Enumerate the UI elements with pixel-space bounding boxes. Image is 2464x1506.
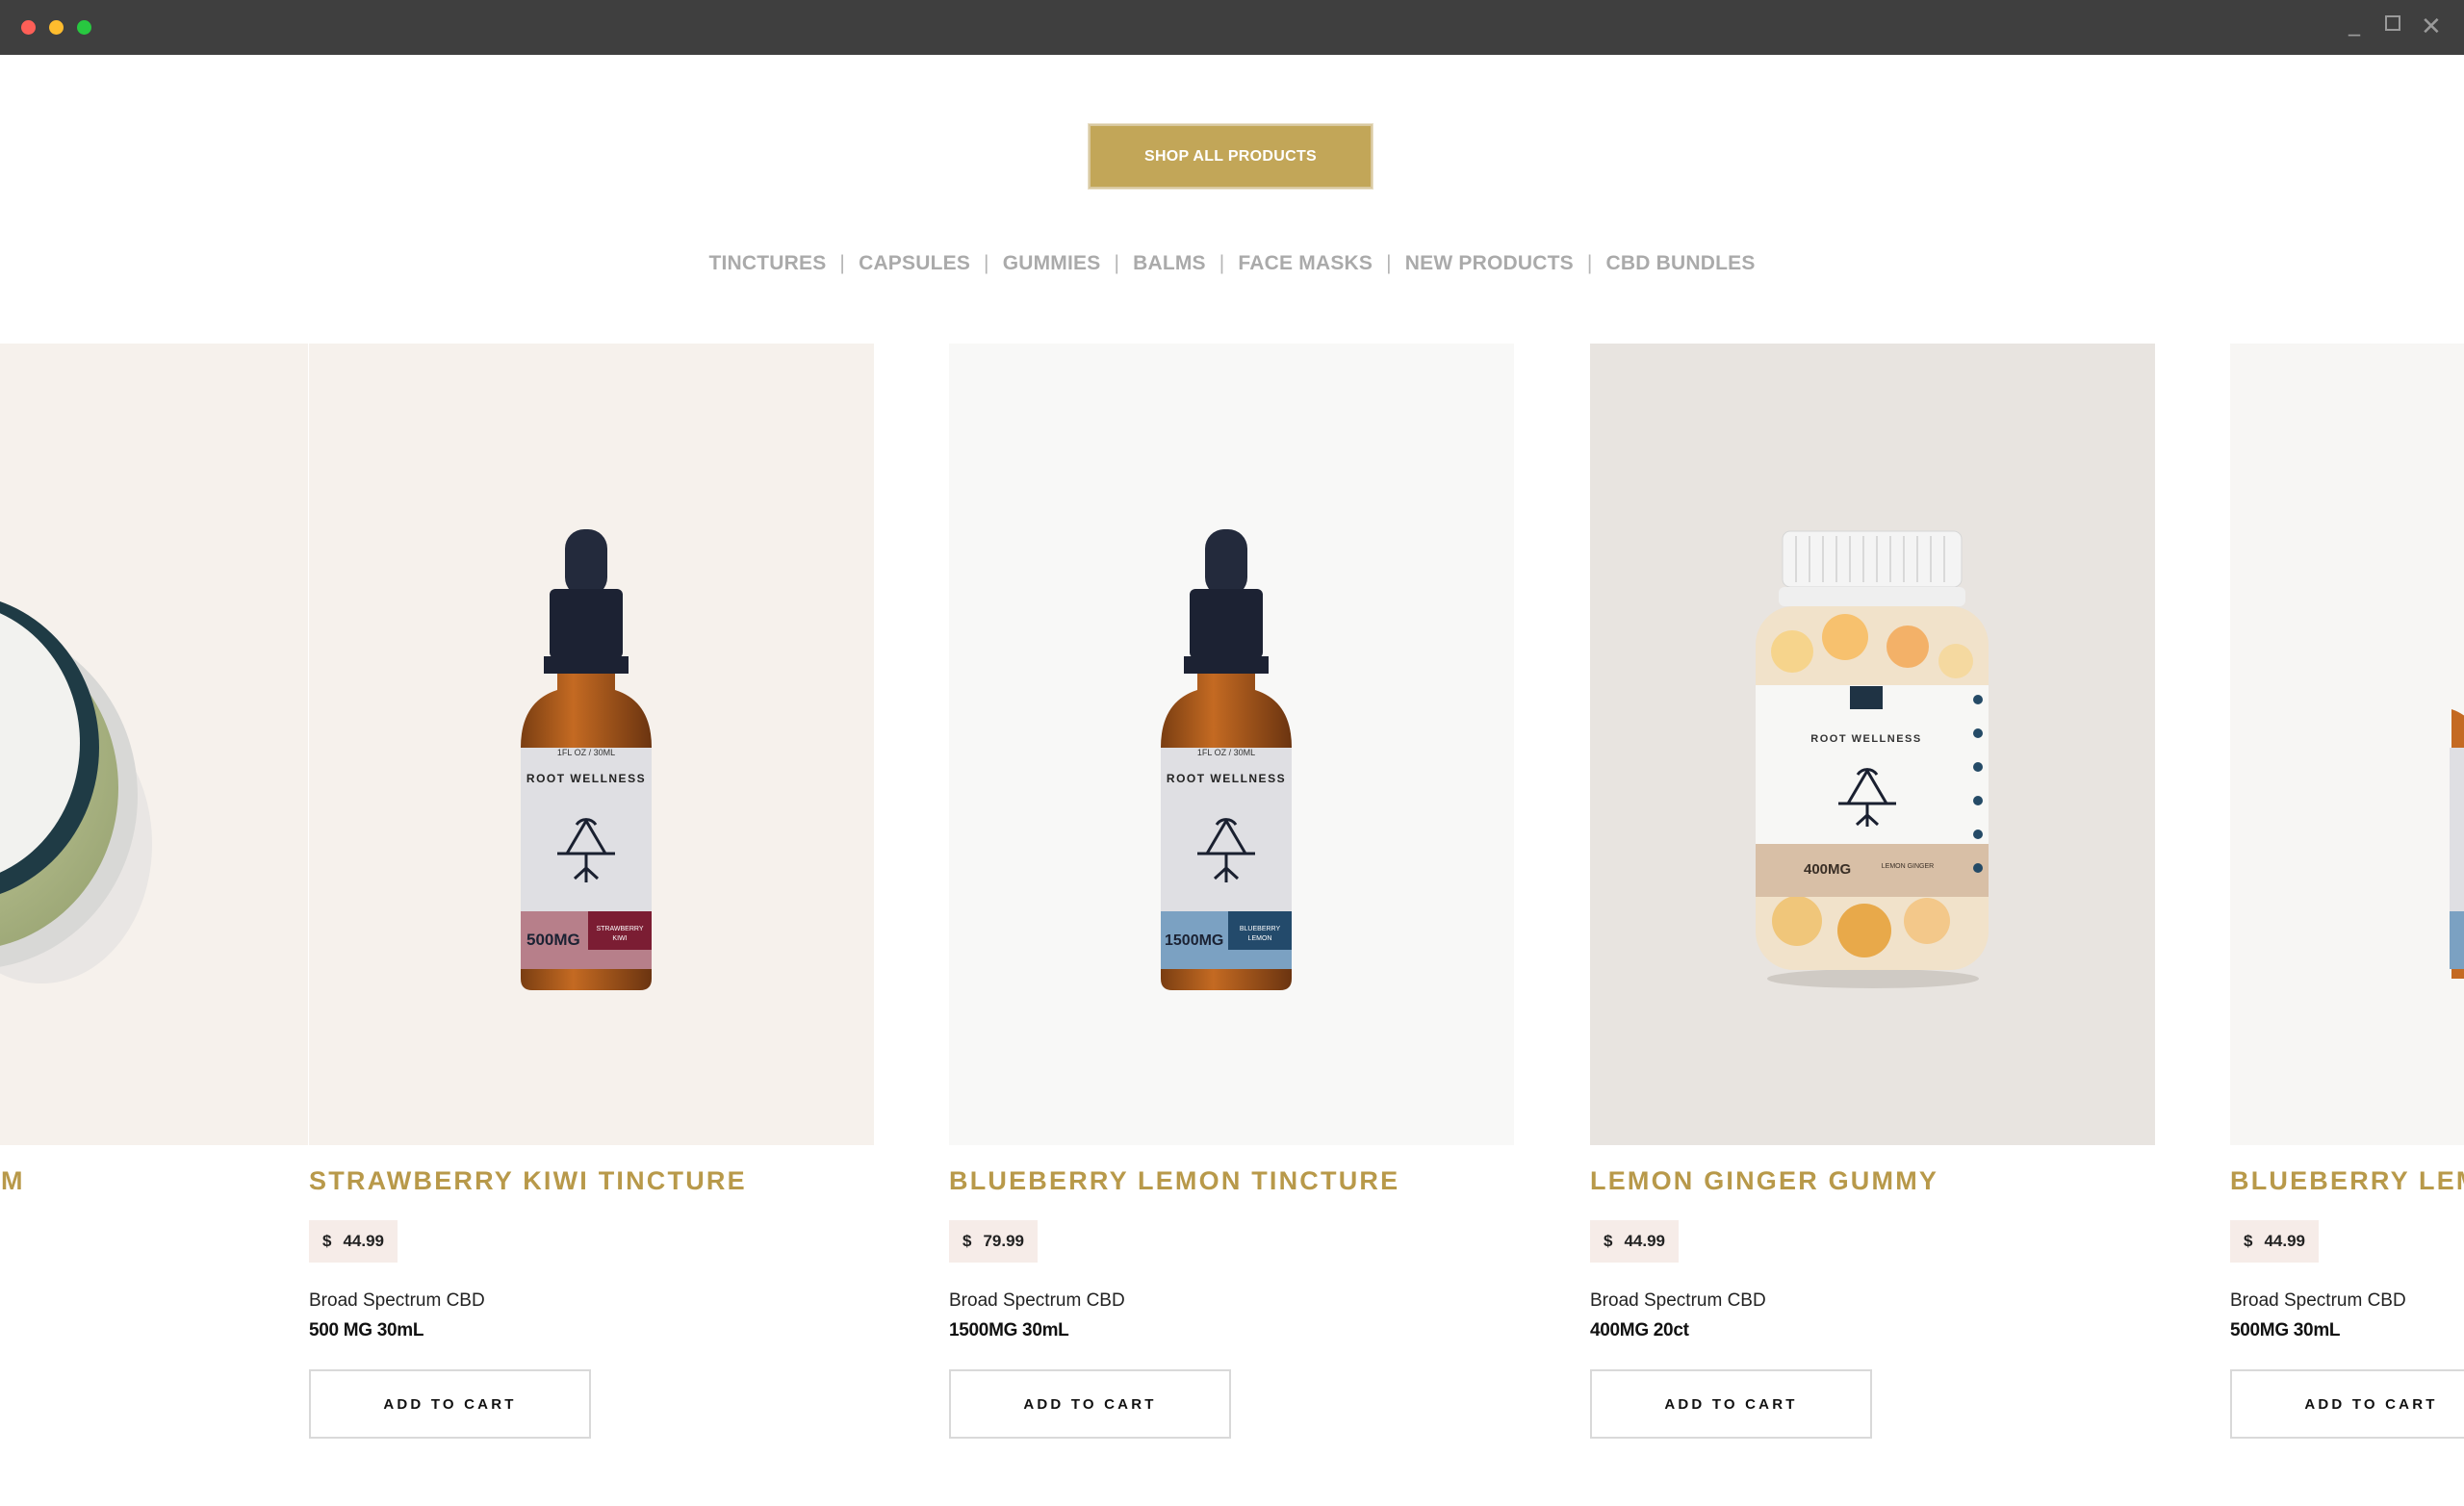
svg-text:KIWI: KIWI <box>612 935 627 942</box>
category-link-gummies[interactable]: GUMMIES <box>1003 252 1101 274</box>
currency-symbol: $ <box>962 1232 972 1250</box>
svg-text:ROOT WELLNESS: ROOT WELLNESS <box>1167 772 1286 785</box>
category-nav: TINCTURES | CAPSULES | GUMMIES | BALMS | FACE MA… <box>0 252 2464 275</box>
product-size: 500MG 30mL <box>2230 1320 2341 1340</box>
add-to-cart-button[interactable]: ADD TO CART <box>309 1369 591 1439</box>
category-link-capsules[interactable]: CAPSULES <box>859 252 970 274</box>
minimize-icon[interactable]: _ <box>2348 10 2360 37</box>
product-name[interactable]: LEMON GINGER GUMMY <box>1590 1166 1938 1196</box>
svg-text:ROOT WELLNESS: ROOT WELLNESS <box>1810 733 1921 745</box>
product-image-link[interactable] <box>0 344 308 1145</box>
product-size: 500 MG 30mL <box>309 1320 424 1340</box>
product-name[interactable]: BLUEBERRY LEM <box>2230 1166 2464 1196</box>
svg-text:1500MG: 1500MG <box>1165 932 1223 949</box>
nav-separator: | <box>1386 252 1392 274</box>
close-icon[interactable]: ✕ <box>2421 13 2442 40</box>
currency-symbol: $ <box>2244 1232 2253 1250</box>
price-value: 44.99 <box>1624 1232 1666 1250</box>
product-image-link[interactable]: ROOT WELLNESS 400MG LEMON GINGER <box>1590 344 2155 1145</box>
tincture-bottle-image: 1FL OZ / 30ML ROOT WELLNESS 500MG STRAWB… <box>521 529 652 990</box>
svg-text:1FL OZ / 30ML: 1FL OZ / 30ML <box>1197 748 1255 757</box>
svg-text:STRAWBERRY: STRAWBERRY <box>596 926 643 932</box>
price-value: 44.99 <box>2264 1232 2306 1250</box>
product-card: BLUEBERRY LEM $44.99 Broad Spectrum CBD … <box>2230 344 2464 1439</box>
minimize-window-button[interactable] <box>49 20 64 35</box>
add-to-cart-button[interactable]: ADD TO CART <box>2230 1369 2464 1439</box>
product-subtitle: Broad Spectrum CBD <box>309 1290 485 1311</box>
category-link-cbd-bundles[interactable]: CBD BUNDLES <box>1606 252 1756 274</box>
product-subtitle: Broad Spectrum CBD <box>949 1290 1125 1311</box>
price-tag: $44.99 <box>2230 1220 2320 1263</box>
svg-text:1FL OZ / 30ML: 1FL OZ / 30ML <box>557 748 615 757</box>
gummy-jar-image: ROOT WELLNESS 400MG LEMON GINGER <box>1756 530 1989 988</box>
page-viewport: SHOP ALL PRODUCTS TINCTURES | CAPSULES | GUM… <box>0 55 2464 1506</box>
product-card: 1FL OZ / 30ML ROOT WELLNESS 500MG STRAWB… <box>309 344 874 1439</box>
product-image-link[interactable] <box>2230 344 2464 1145</box>
add-to-cart-button[interactable]: ADD TO CART <box>1590 1369 1872 1439</box>
currency-symbol: $ <box>1604 1232 1613 1250</box>
balm-tin-image <box>0 601 152 983</box>
product-name[interactable]: STRAWBERRY KIWI TINCTURE <box>309 1166 747 1196</box>
product-name[interactable]: BLUEBERRY LEMON TINCTURE <box>949 1166 1399 1196</box>
product-size: 400MG 20ct <box>1590 1320 1689 1340</box>
svg-text:BLUEBERRY: BLUEBERRY <box>1240 926 1281 932</box>
maximize-icon[interactable] <box>2385 15 2400 31</box>
nav-separator: | <box>1114 252 1120 274</box>
window-titlebar: _ ✕ <box>0 0 2464 55</box>
category-link-new-products[interactable]: NEW PRODUCTS <box>1405 252 1574 274</box>
price-tag: $44.99 <box>309 1220 398 1263</box>
category-link-balms[interactable]: BALMS <box>1133 252 1206 274</box>
product-image-link[interactable]: 1FL OZ / 30ML ROOT WELLNESS 500MG STRAWB… <box>309 344 874 1145</box>
nav-separator: | <box>1219 252 1225 274</box>
price-tag: $44.99 <box>1590 1220 1680 1263</box>
svg-text:400MG: 400MG <box>1804 861 1851 878</box>
tincture-bottle-image: 1FL OZ / 30ML ROOT WELLNESS 1500MG BLUEB… <box>1161 529 1292 990</box>
shop-all-products-button[interactable]: SHOP ALL PRODUCTS <box>1089 124 1373 189</box>
category-link-tinctures[interactable]: TINCTURES <box>708 252 826 274</box>
svg-text:ROOT WELLNESS: ROOT WELLNESS <box>526 772 646 785</box>
currency-symbol: $ <box>322 1232 332 1250</box>
price-value: 79.99 <box>983 1232 1025 1250</box>
zoom-window-button[interactable] <box>77 20 91 35</box>
product-card: ROOT WELLNESS 400MG LEMON GINGER LEMON G… <box>1590 344 2155 1439</box>
add-to-cart-button[interactable]: ADD TO CART <box>949 1369 1231 1439</box>
product-name[interactable]: M <box>1 1166 25 1196</box>
product-subtitle: Broad Spectrum CBD <box>1590 1290 1766 1311</box>
svg-text:LEMON GINGER: LEMON GINGER <box>1882 863 1934 870</box>
product-subtitle: Broad Spectrum CBD <box>2230 1290 2406 1311</box>
svg-text:500MG: 500MG <box>526 931 580 949</box>
product-size: 1500MG 30mL <box>949 1320 1069 1340</box>
close-window-button[interactable] <box>21 20 36 35</box>
nav-separator: | <box>984 252 989 274</box>
price-value: 44.99 <box>343 1232 385 1250</box>
product-card: 1FL OZ / 30ML ROOT WELLNESS 1500MG BLUEB… <box>949 344 1514 1439</box>
price-tag: $79.99 <box>949 1220 1039 1263</box>
category-link-face-masks[interactable]: FACE MASKS <box>1238 252 1373 274</box>
nav-separator: | <box>839 252 846 274</box>
nav-separator: | <box>1586 252 1593 274</box>
product-card: M <box>0 344 308 1195</box>
product-image-link[interactable]: 1FL OZ / 30ML ROOT WELLNESS 1500MG BLUEB… <box>949 344 1514 1145</box>
tincture-bottle-image <box>2450 709 2464 979</box>
svg-text:LEMON: LEMON <box>1248 935 1272 942</box>
